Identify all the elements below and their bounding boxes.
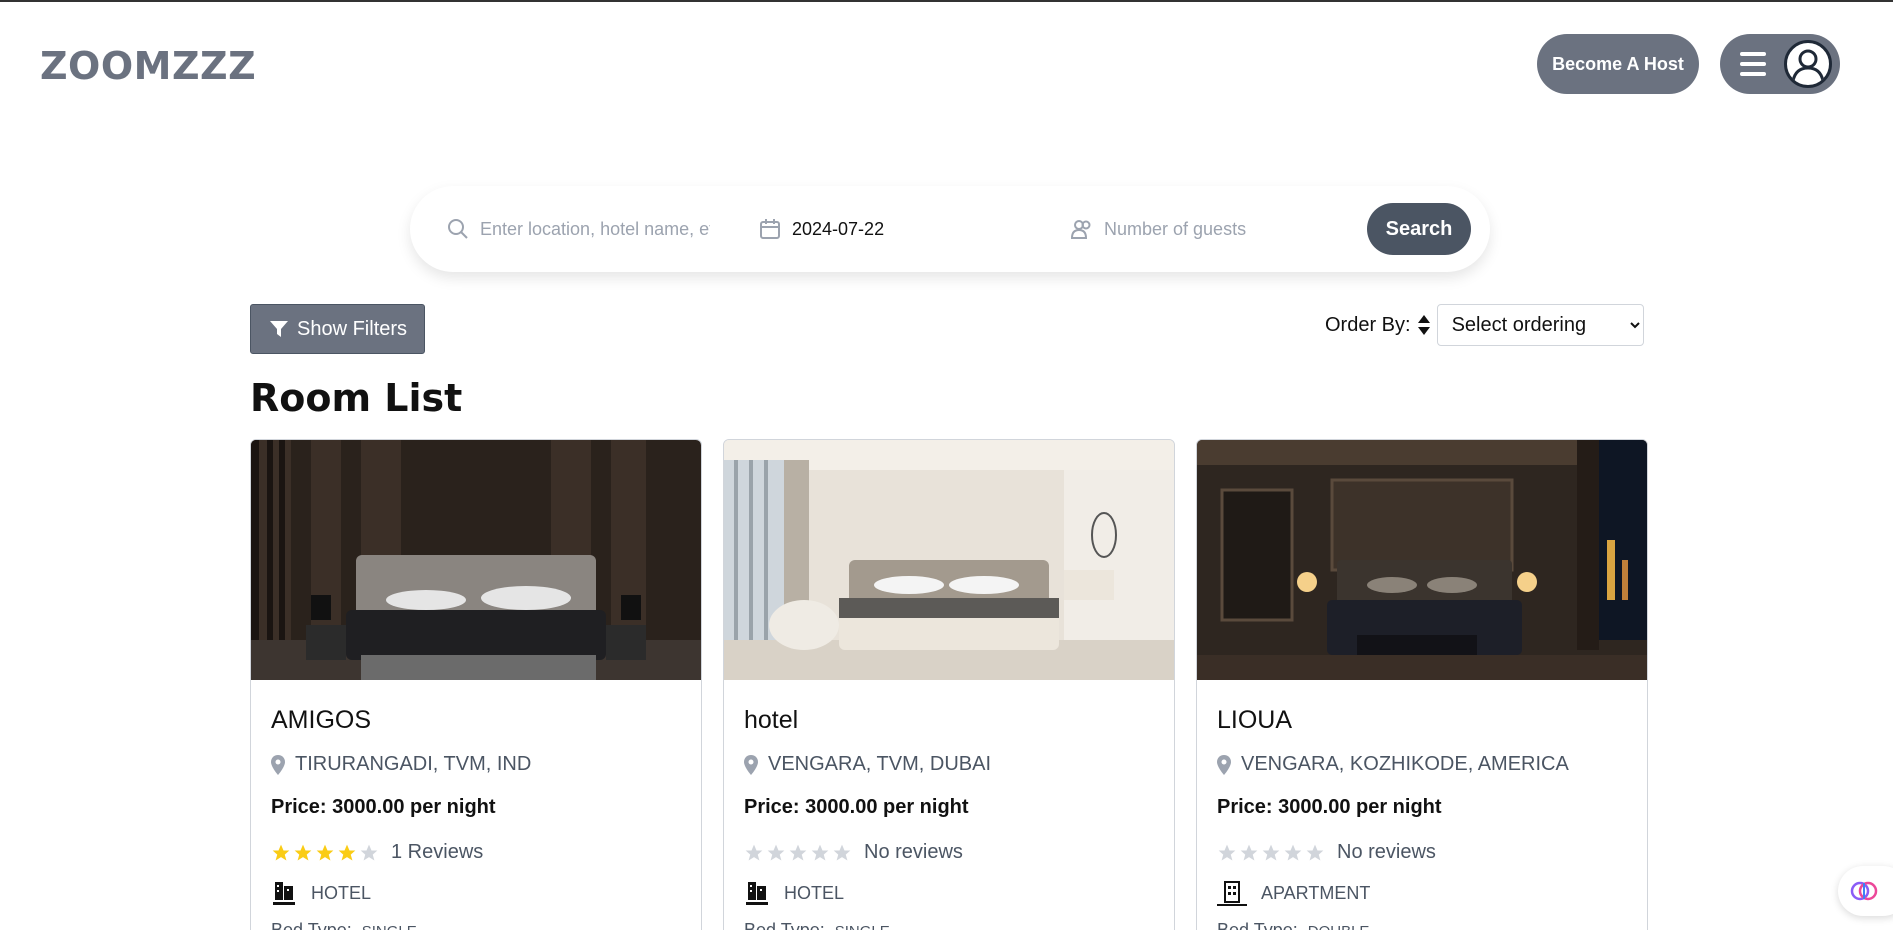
room-rating: 1 Reviews <box>271 841 681 864</box>
sort-icon <box>1417 315 1430 335</box>
bed-type-value: SINGLE <box>362 923 417 930</box>
star-rating <box>744 843 854 863</box>
bed-type-value: DOUBLE <box>1308 923 1370 930</box>
star-icon <box>338 844 356 860</box>
guests-field <box>1070 186 1350 272</box>
room-location: VENGARA, KOZHIKODE, AMERICA <box>1217 753 1627 776</box>
room-rating: No reviews <box>744 841 1154 864</box>
guests-icon <box>1070 220 1091 239</box>
logo[interactable]: ZOOMZZZ <box>40 44 256 88</box>
room-name[interactable]: LIOUA <box>1217 706 1627 735</box>
property-type-text: HOTEL <box>311 882 372 903</box>
star-icon <box>1262 844 1280 860</box>
star-icon <box>789 844 807 860</box>
user-menu-button[interactable] <box>1720 34 1840 94</box>
bed-type: Bed Type: SINGLE <box>744 920 1154 930</box>
location-input[interactable] <box>480 218 710 240</box>
guests-input[interactable] <box>1104 218 1324 240</box>
date-field <box>758 186 1038 272</box>
property-type: APARTMENT <box>1217 880 1627 906</box>
room-card[interactable]: LIOUA VENGARA, KOZHIKODE, AMERICA Price:… <box>1196 439 1648 930</box>
reviews-count: 1 Reviews <box>391 841 484 863</box>
hamburger-icon <box>1740 52 1766 76</box>
star-icon <box>1306 844 1324 860</box>
room-image[interactable] <box>1197 440 1647 680</box>
assistant-button[interactable] <box>1838 866 1893 916</box>
star-icon <box>1240 844 1258 860</box>
room-location: VENGARA, TVM, DUBAI <box>744 753 1154 776</box>
room-card[interactable]: hotel VENGARA, TVM, DUBAI Price: 3000.00… <box>723 439 1175 930</box>
star-icon <box>833 844 851 860</box>
room-image[interactable] <box>251 440 701 680</box>
room-location-text: VENGARA, KOZHIKODE, AMERICA <box>1241 753 1569 775</box>
star-rating <box>271 843 381 863</box>
hotel-icon <box>273 882 295 905</box>
hotel-icon <box>746 882 768 905</box>
filter-icon <box>270 321 288 337</box>
star-icon <box>316 844 334 860</box>
reviews-count: No reviews <box>1337 841 1436 863</box>
property-type-text: HOTEL <box>784 882 845 903</box>
star-icon <box>360 844 378 860</box>
order-by-control: Order By: Select ordering <box>1325 304 1644 346</box>
star-icon <box>272 844 290 860</box>
map-pin-icon <box>744 754 758 775</box>
search-bar: Search <box>410 186 1490 272</box>
star-rating <box>1217 843 1327 863</box>
calendar-icon <box>760 219 780 239</box>
order-by-label: Order By: <box>1325 313 1411 336</box>
page-title: Room List <box>250 376 463 420</box>
search-button[interactable]: Search <box>1367 203 1471 255</box>
bed-type: Bed Type: SINGLE <box>271 920 681 930</box>
star-icon <box>294 844 312 860</box>
room-image[interactable] <box>724 440 1174 680</box>
room-location-text: VENGARA, TVM, DUBAI <box>768 753 992 775</box>
location-field <box>446 186 716 272</box>
show-filters-button[interactable]: Show Filters <box>250 304 425 354</box>
user-avatar-icon <box>1784 40 1832 88</box>
map-pin-icon <box>271 754 285 775</box>
bed-type-label: Bed Type: <box>271 920 352 930</box>
room-price: Price: 3000.00 per night <box>744 796 969 818</box>
star-icon <box>767 844 785 860</box>
apartment-icon <box>1217 881 1247 906</box>
show-filters-label: Show Filters <box>297 317 408 340</box>
room-rating: No reviews <box>1217 841 1627 864</box>
room-name[interactable]: AMIGOS <box>271 706 681 735</box>
bed-type-label: Bed Type: <box>1217 920 1298 930</box>
reviews-count: No reviews <box>864 841 963 863</box>
star-icon <box>1218 844 1236 860</box>
bed-type-value: SINGLE <box>835 923 890 930</box>
star-icon <box>745 844 763 860</box>
map-pin-icon <box>1217 754 1231 775</box>
bed-type: Bed Type: DOUBLE <box>1217 920 1627 930</box>
room-location: TIRURANGADI, TVM, IND <box>271 753 681 776</box>
room-price: Price: 3000.00 per night <box>1217 796 1442 818</box>
date-input[interactable] <box>792 218 1012 240</box>
room-location-text: TIRURANGADI, TVM, IND <box>295 753 532 775</box>
room-price: Price: 3000.00 per night <box>271 796 496 818</box>
search-icon <box>448 219 468 239</box>
room-card[interactable]: AMIGOS TIRURANGADI, TVM, IND Price: 3000… <box>250 439 702 930</box>
property-type: HOTEL <box>744 880 1154 906</box>
star-icon <box>811 844 829 860</box>
star-icon <box>1284 844 1302 860</box>
room-name[interactable]: hotel <box>744 706 1154 735</box>
bed-type-label: Bed Type: <box>744 920 825 930</box>
order-select[interactable]: Select ordering <box>1436 304 1644 346</box>
property-type-text: APARTMENT <box>1261 882 1371 903</box>
brain-icon <box>1850 881 1878 901</box>
property-type: HOTEL <box>271 880 681 906</box>
become-host-button[interactable]: Become A Host <box>1537 34 1699 94</box>
